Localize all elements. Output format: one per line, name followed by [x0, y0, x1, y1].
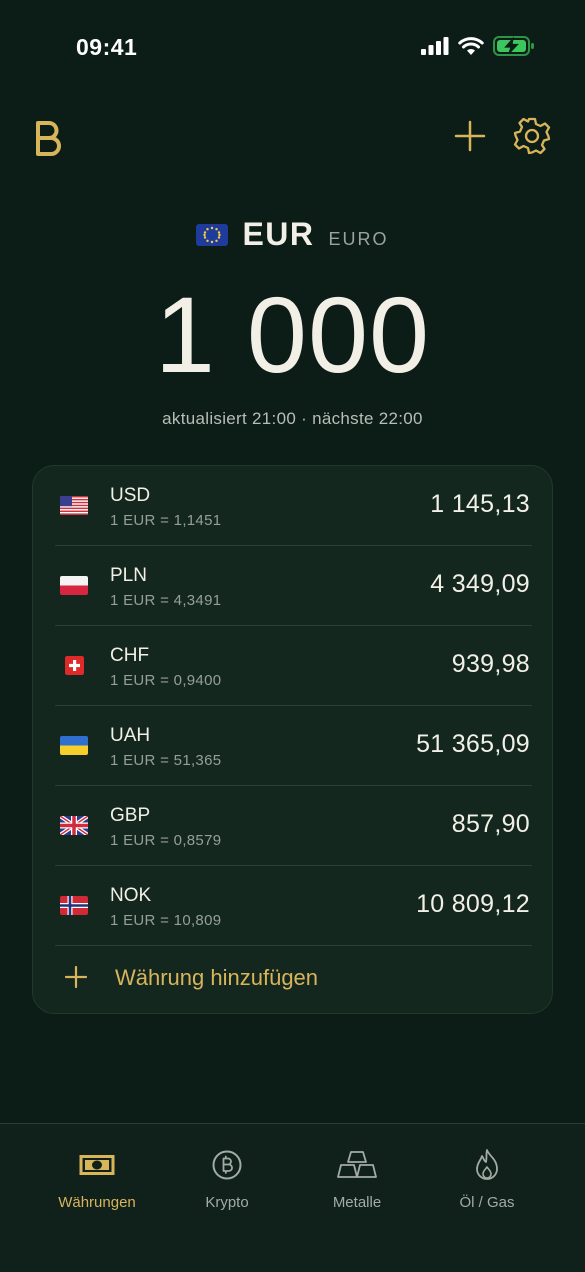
gb-flag-icon [60, 816, 88, 835]
converted-value: 51 365,09 [416, 730, 530, 758]
app-logo-icon [32, 118, 66, 163]
tab-oel-gas[interactable]: Öl / Gas [422, 1148, 552, 1218]
rate-row-uah[interactable]: UAH 1 EUR = 51,365 51 365,09 [55, 706, 532, 786]
gear-icon [513, 117, 551, 155]
ua-flag-icon [60, 736, 88, 755]
currency-code: UAH [110, 725, 151, 746]
top-bar [0, 112, 585, 168]
add-button[interactable] [452, 118, 488, 154]
no-flag-icon [60, 896, 88, 915]
rate-row-chf[interactable]: CHF 1 EUR = 0,9400 939,98 [55, 626, 532, 706]
rate-row-pln[interactable]: PLN 1 EUR = 4,3491 4 349,09 [55, 546, 532, 626]
rates-card: USD 1 EUR = 1,1451 1 145,13 PLN 1 EUR = … [32, 465, 553, 1014]
base-currency-name: EURO [328, 229, 389, 249]
status-time: 09:41 [76, 34, 138, 60]
tab-bar: Währungen Krypto Metalle Öl / Gas [0, 1123, 585, 1272]
tab-label: Krypto [205, 1194, 249, 1211]
ch-flag-icon [65, 656, 84, 675]
rate-row-gbp[interactable]: GBP 1 EUR = 0,8579 857,90 [55, 786, 532, 866]
base-currency-code: EUR [242, 216, 315, 252]
update-info: aktualisiert 21:00 · nächste 22:00 [162, 409, 423, 428]
exchange-rate: 1 EUR = 0,8579 [110, 832, 222, 849]
converted-value: 10 809,12 [416, 890, 530, 918]
settings-button[interactable] [512, 116, 552, 156]
currency-code: PLN [110, 565, 147, 586]
status-icons [421, 36, 535, 56]
converted-value: 939,98 [451, 650, 530, 678]
tab-krypto[interactable]: Krypto [162, 1148, 292, 1218]
battery-charging-icon [493, 36, 534, 56]
add-currency-label: Währung hinzufügen [115, 965, 319, 990]
plus-icon [65, 966, 87, 988]
bitcoin-icon [162, 1148, 292, 1182]
currency-code: GBP [110, 805, 151, 826]
tab-metalle[interactable]: Metalle [292, 1148, 422, 1218]
pl-flag-icon [60, 576, 88, 595]
tab-label: Metalle [332, 1194, 382, 1211]
tab-label: Öl / Gas [459, 1194, 515, 1211]
wifi-icon [458, 36, 484, 55]
gold-bars-icon [292, 1148, 422, 1182]
exchange-rate: 1 EUR = 1,1451 [110, 512, 222, 529]
rate-row-nok[interactable]: NOK 1 EUR = 10,809 10 809,12 [55, 866, 532, 946]
banknote-icon [32, 1148, 162, 1182]
exchange-rate: 1 EUR = 0,9400 [110, 672, 222, 689]
plus-icon [454, 120, 486, 152]
rate-row-usd[interactable]: USD 1 EUR = 1,1451 1 145,13 [55, 466, 532, 546]
currency-code: NOK [110, 885, 152, 906]
currency-code: USD [110, 485, 151, 506]
exchange-rate: 1 EUR = 51,365 [110, 752, 222, 769]
converted-value: 4 349,09 [430, 570, 530, 598]
us-flag-icon [60, 496, 88, 515]
converted-value: 1 145,13 [430, 490, 530, 518]
eu-flag-icon [196, 223, 229, 246]
exchange-rate: 1 EUR = 10,809 [110, 912, 222, 929]
add-currency-button[interactable]: Währung hinzufügen [33, 944, 554, 1014]
signal-icon [421, 37, 449, 55]
status-bar: 09:41 [0, 0, 585, 90]
base-currency-header[interactable]: EUR EURO [0, 216, 585, 253]
tab-waehrungen[interactable]: Währungen [32, 1148, 162, 1218]
currency-code: CHF [110, 645, 150, 666]
exchange-rate: 1 EUR = 4,3491 [110, 592, 222, 609]
flame-icon [422, 1148, 552, 1182]
tab-label: Währungen [58, 1194, 136, 1211]
base-amount[interactable]: 1 000 [0, 272, 585, 397]
converted-value: 857,90 [451, 810, 530, 838]
